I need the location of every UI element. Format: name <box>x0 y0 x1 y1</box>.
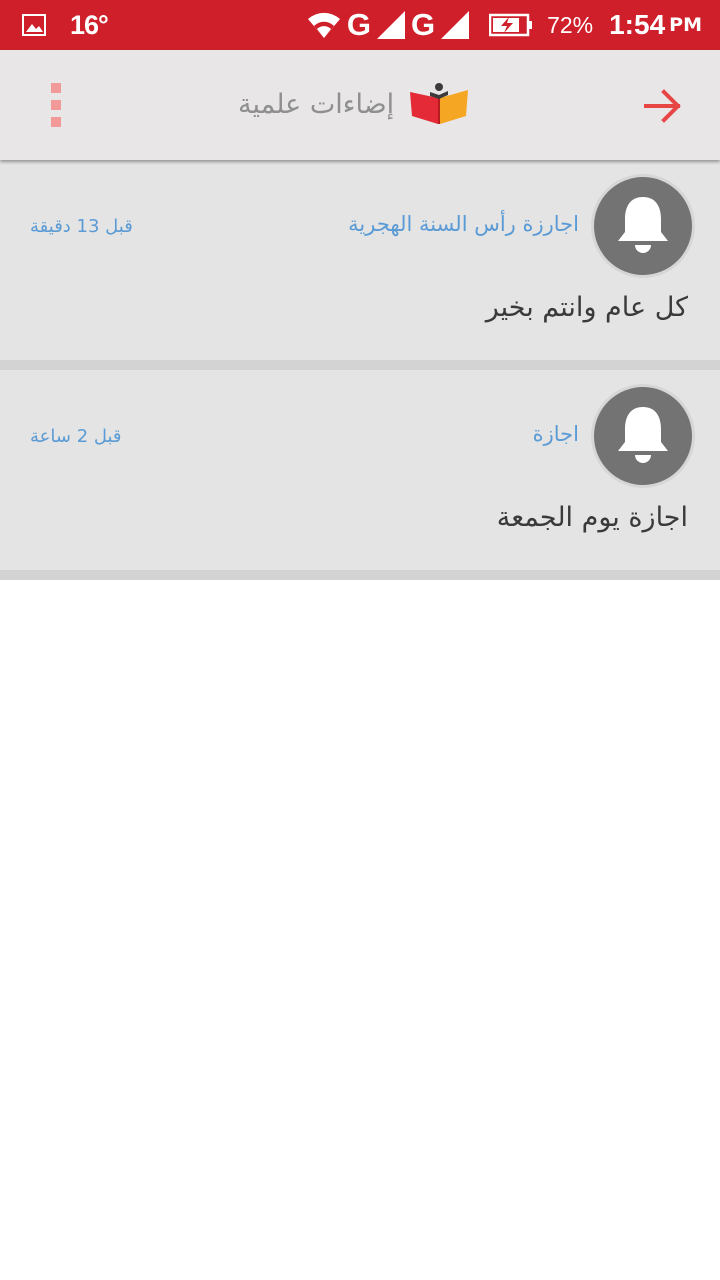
notification-avatar <box>591 174 695 278</box>
notification-time: قبل 2 ساعة <box>30 426 122 447</box>
gallery-notification-icon <box>22 14 46 36</box>
notification-body: اجازة يوم الجمعة <box>496 502 688 533</box>
bell-icon <box>618 407 668 463</box>
status-bar: 16° G G 72% 1:54 PM <box>0 0 720 50</box>
app-title-group: إضاءات علمية <box>238 76 470 132</box>
status-right: G G 72% 1:54 PM <box>301 6 702 44</box>
overflow-menu-icon <box>51 83 61 93</box>
overflow-menu-button[interactable] <box>36 80 76 130</box>
overflow-menu-dot <box>51 117 61 127</box>
notification-list: اجارزة رأس السنة الهجرية قبل 13 دقيقة كل… <box>0 160 720 580</box>
bell-icon <box>618 197 668 253</box>
wifi-icon <box>307 12 340 39</box>
battery-percent: 72% <box>547 11 594 38</box>
clock-ampm: PM <box>669 14 702 36</box>
app-bar: إضاءات علمية <box>0 50 720 160</box>
notification-card[interactable]: اجازة قبل 2 ساعة اجازة يوم الجمعة <box>0 370 720 580</box>
notification-title: اجارزة رأس السنة الهجرية <box>348 212 579 236</box>
notification-title: اجازة <box>532 422 579 446</box>
status-left: 16° <box>22 9 109 41</box>
network-type-1: G <box>346 7 371 42</box>
signal-icon-2 <box>441 11 470 39</box>
arrow-right-icon <box>644 89 681 123</box>
notification-body: كل عام وانتم بخير <box>485 292 688 323</box>
temperature-text: 16° <box>70 9 109 40</box>
notification-card[interactable]: اجارزة رأس السنة الهجرية قبل 13 دقيقة كل… <box>0 160 720 370</box>
notification-time: قبل 13 دقيقة <box>30 216 133 237</box>
clock-time: 1:54 <box>609 9 666 40</box>
signal-icon-1 <box>376 11 405 39</box>
network-type-2: G <box>410 7 436 42</box>
battery-charging-icon <box>489 13 533 37</box>
overflow-menu-dot <box>51 100 61 110</box>
open-book-icon <box>410 83 469 124</box>
app-title: إضاءات علمية <box>238 88 395 120</box>
notification-avatar <box>591 384 695 488</box>
back-button[interactable] <box>640 83 686 129</box>
